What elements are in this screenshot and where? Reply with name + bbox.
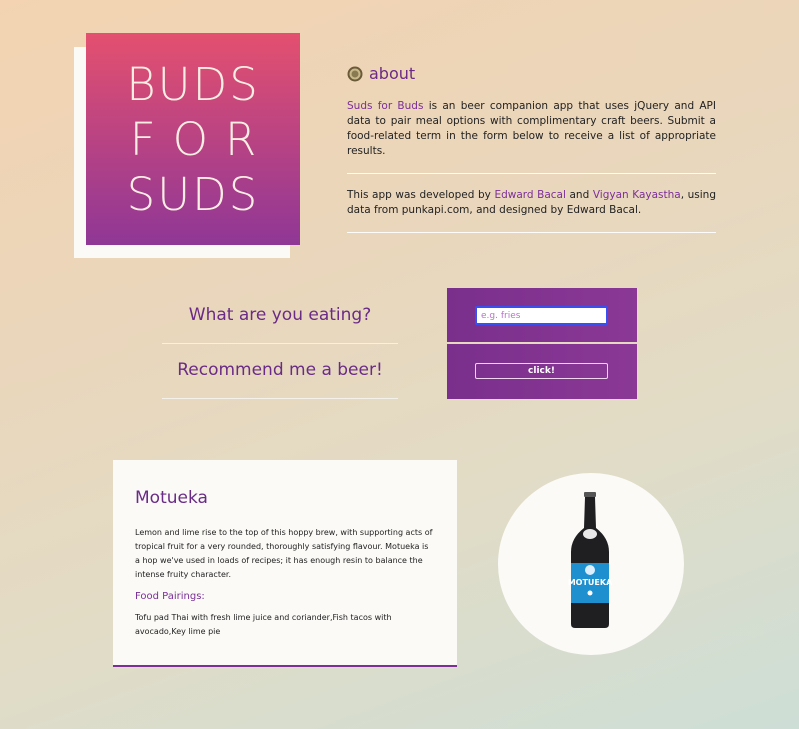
developer-link-edward[interactable]: Edward Bacal [494,189,565,201]
about-p2-and: and [565,189,593,201]
food-search-input[interactable] [475,306,608,325]
question-label: What are you eating? [188,305,372,325]
logo-line-buds: BUDS [126,57,260,111]
about-paragraph-2: This app was developed by Edward Bacal a… [347,188,716,218]
developer-link-vigyan[interactable]: Vigyan Kayastha [593,189,681,201]
logo-line-suds: SUDS [126,167,260,221]
divider [347,173,716,174]
bottle-cap-icon [347,66,363,81]
beer-bottle-image: MOTUEKA [568,492,613,628]
about-title: about [369,64,416,83]
about-p2-prefix: This app was developed by [347,189,495,201]
about-section: about Suds for Buds is an beer companion… [347,64,716,247]
about-paragraph-1: Suds for Buds is an beer companion app t… [347,99,716,159]
recommend-button[interactable]: click! [475,363,608,379]
app-name-link[interactable]: Suds for Buds [347,100,423,112]
logo-line-for: FOR [129,112,274,166]
beer-name: Motueka [135,488,208,508]
beer-description: Lemon and lime rise to the top of this h… [135,528,433,579]
food-pairings-heading: Food Pairings: [135,591,205,602]
logo: BUDS FOR SUDS [86,33,300,245]
about-heading: about [347,64,716,83]
bottle-label-text: MOTUEKA [568,578,613,587]
form-divider [162,398,398,399]
beer-result-card: Motueka Lemon and lime rise to the top o… [113,460,457,667]
food-pairings-list: Tofu pad Thai with fresh lime juice and … [135,613,392,636]
recommend-label: Recommend me a beer! [177,360,383,380]
form-divider [162,343,398,344]
divider [347,232,716,233]
